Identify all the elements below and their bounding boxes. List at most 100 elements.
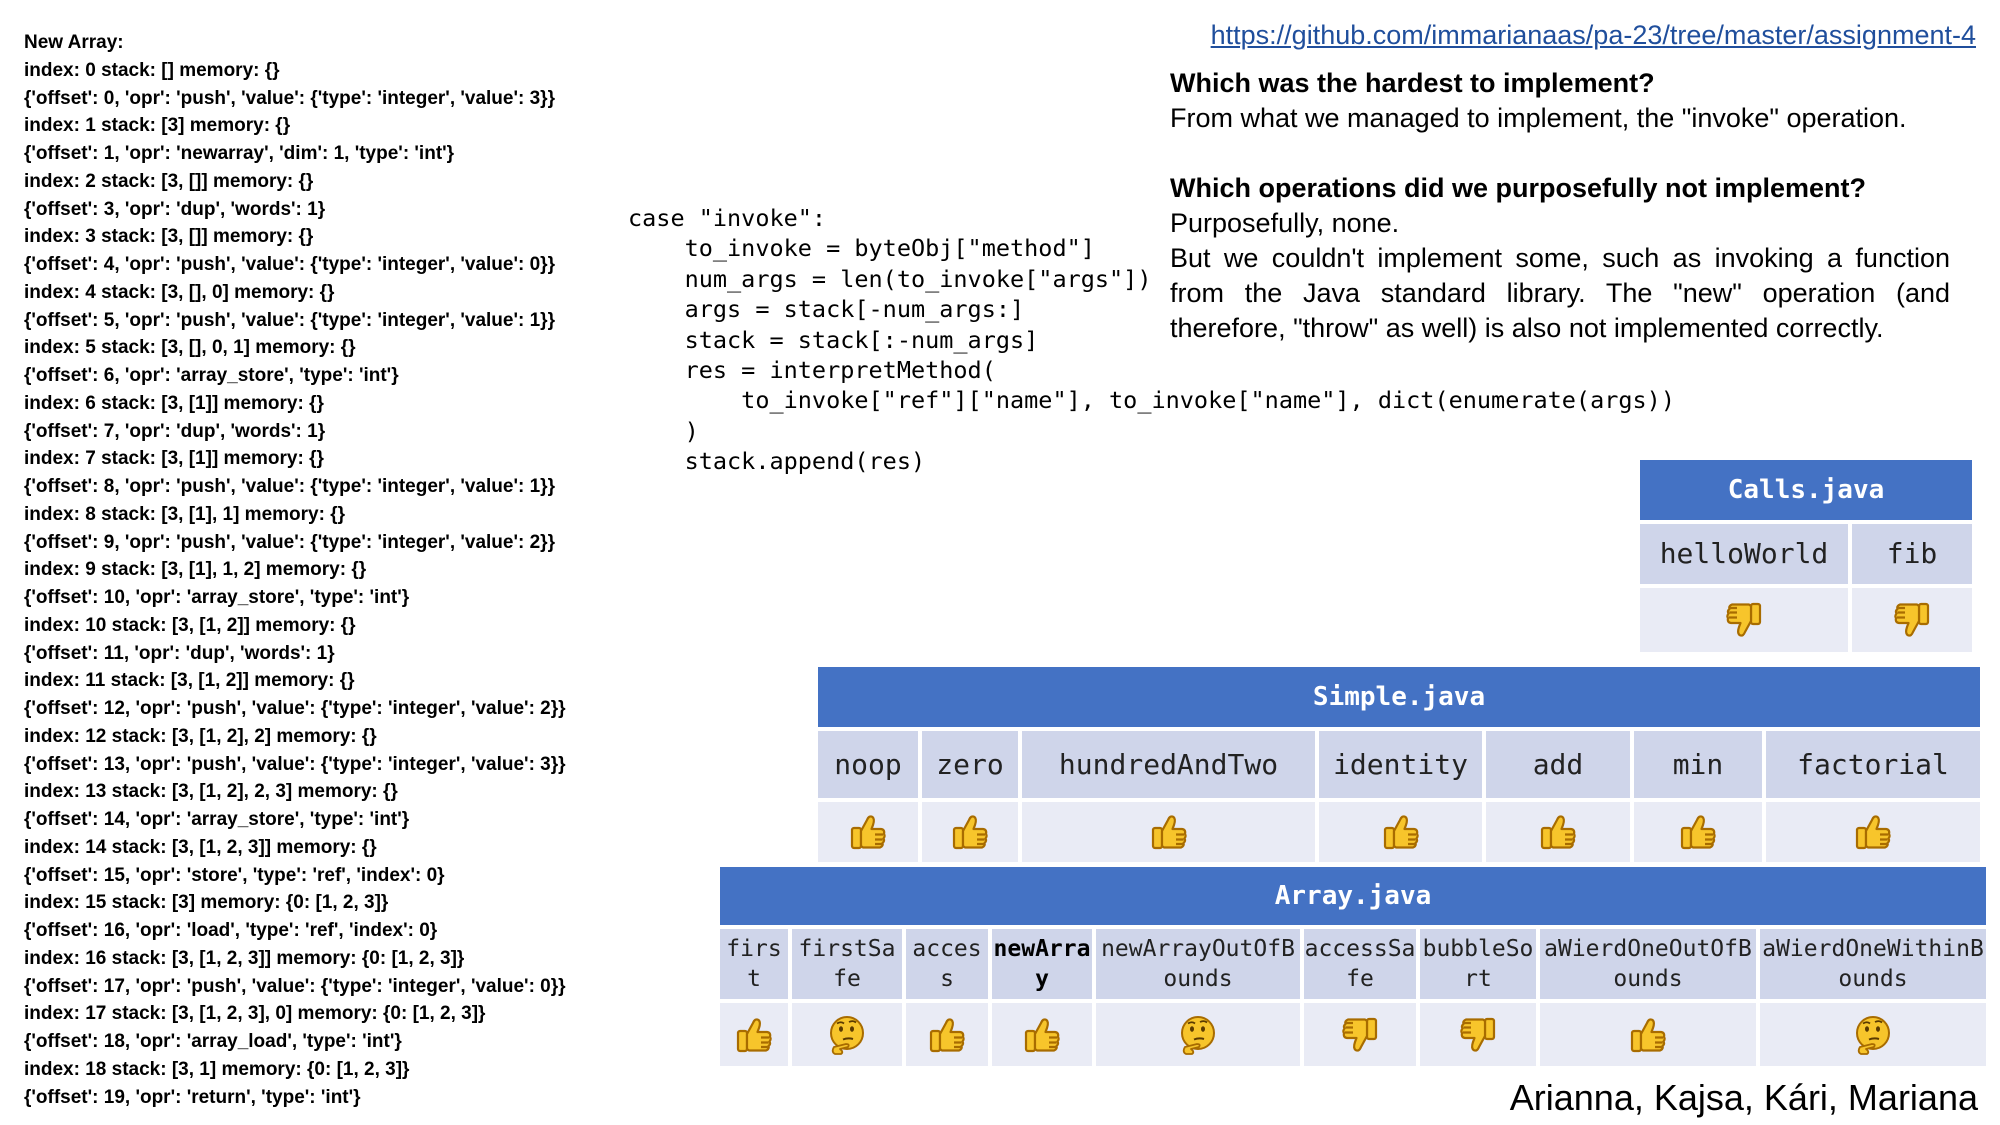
- calls-java-table: Calls.java helloWorld fib: [1640, 460, 1973, 652]
- result-cell: [1022, 798, 1319, 862]
- method-cell: newArray: [992, 925, 1096, 999]
- method-name: noop: [834, 747, 902, 781]
- trace-stack-line: index: 6 stack: [3, [1]] memory: {}: [24, 392, 324, 414]
- array-java-table: Array.java first firstSafe access newArray n…: [720, 867, 1987, 1066]
- method-cell: hundredAndTwo: [1022, 727, 1319, 798]
- trace-opcode-line: {'offset': 4, 'opr': 'push', 'value': {'…: [24, 254, 555, 275]
- trace-opcode-line: {'offset': 3, 'opr': 'dup', 'words': 1}: [24, 198, 326, 220]
- method-name: newArrayOutOfBounds: [1101, 936, 1295, 992]
- table-title: Array.java: [720, 867, 1987, 925]
- trace-stack-line: index: 10 stack: [3, [1, 2]] memory: {}: [24, 614, 356, 636]
- trace-opcode-line: {'offset': 0, 'opr': 'push', 'value': {'…: [24, 87, 555, 109]
- trace-stack-line: index: 7 stack: [3, [1]] memory: {}: [24, 448, 324, 470]
- trace-stack-line: index: 18 stack: [3, 1] memory: {0: [1, …: [24, 1058, 410, 1080]
- method-name: aWierdOneOutOfBounds: [1544, 936, 1752, 992]
- trace-stack-line: index: 5 stack: [3, [], 0, 1] memory: {}: [24, 337, 356, 359]
- thinking-face-icon: [826, 1014, 868, 1056]
- trace-opcode-line: {'offset': 14, 'opr': 'array_store', 'ty…: [24, 809, 410, 830]
- method-cell: noop: [818, 727, 922, 798]
- thumbs-down-icon: [1724, 600, 1764, 640]
- trace-opcode-line: {'offset': 13, 'opr': 'push', 'value': {…: [24, 753, 566, 775]
- method-name: fib: [1886, 537, 1938, 570]
- thumbs-up-icon: [1381, 812, 1421, 852]
- trace-opcode-line: {'offset': 12, 'opr': 'push', 'value': {…: [24, 698, 566, 719]
- result-cell: [906, 999, 992, 1066]
- method-cell: first: [720, 925, 792, 999]
- trace-stack-line: index: 4 stack: [3, [], 0] memory: {}: [24, 281, 335, 303]
- table-title: Simple.java: [818, 667, 1981, 727]
- trace-opcode-line: {'offset': 18, 'opr': 'array_load', 'typ…: [24, 1031, 402, 1052]
- method-cell: helloWorld: [1640, 520, 1852, 584]
- method-name: factorial: [1797, 747, 1949, 781]
- trace-stack-line: index: 13 stack: [3, [1, 2], 2, 3] memor…: [24, 781, 398, 803]
- trace-opcode-line: {'offset': 15, 'opr': 'store', 'type': '…: [24, 864, 445, 886]
- method-name: min: [1672, 747, 1724, 781]
- result-cell: [1540, 999, 1760, 1066]
- method-name: bubbleSort: [1422, 936, 1534, 992]
- trace-opcode-line: {'offset': 16, 'opr': 'load', 'type': 'r…: [24, 920, 438, 941]
- result-cell: [720, 999, 792, 1066]
- method-cell: aWierdOneOutOfBounds: [1540, 925, 1760, 999]
- trace-opcode-line: {'offset': 9, 'opr': 'push', 'value': {'…: [24, 531, 555, 553]
- result-cell: [992, 999, 1096, 1066]
- trace-stack-line: index: 8 stack: [3, [1], 1] memory: {}: [24, 503, 345, 525]
- method-cell: min: [1634, 727, 1766, 798]
- thumbs-up-icon: [1853, 812, 1893, 852]
- result-cell: [1486, 798, 1634, 862]
- thumbs-up-icon: [950, 812, 990, 852]
- thumbs-up-icon: [1678, 812, 1718, 852]
- result-cell: [1319, 798, 1486, 862]
- thumbs-up-icon: [927, 1015, 967, 1055]
- method-cell: aWierdOneWithinBounds: [1760, 925, 1987, 999]
- repository-link[interactable]: https://github.com/immarianaas/pa-23/tre…: [1211, 20, 1976, 51]
- result-cell: [1640, 584, 1852, 652]
- trace-stack-line: index: 15 stack: [3] memory: {0: [1, 2, …: [24, 892, 389, 914]
- result-cell: [792, 999, 906, 1066]
- method-name: hundredAndTwo: [1058, 747, 1279, 781]
- result-cell: [1634, 798, 1766, 862]
- thumbs-down-icon: [1340, 1015, 1380, 1055]
- trace-opcode-line: {'offset': 5, 'opr': 'push', 'value': {'…: [24, 309, 555, 331]
- thinking-face-icon: [1177, 1014, 1219, 1056]
- trace-opcode-line: {'offset': 6, 'opr': 'array_store', 'typ…: [24, 365, 399, 386]
- trace-stack-line: index: 9 stack: [3, [1], 1, 2] memory: {…: [24, 559, 367, 581]
- question-not-implemented: Which operations did we purposefully not…: [1170, 173, 1867, 203]
- thumbs-up-icon: [1149, 812, 1189, 852]
- method-cell: access: [906, 925, 992, 999]
- trace-stack-line: index: 1 stack: [3] memory: {}: [24, 115, 291, 137]
- result-cell: [1766, 798, 1981, 862]
- invoke-code-snippet: case "invoke": to_invoke = byteObj["meth…: [628, 204, 1675, 476]
- method-name: zero: [936, 747, 1004, 781]
- trace-stack-line: index: 11 stack: [3, [1, 2]] memory: {}: [24, 670, 355, 692]
- trace-stack-line: index: 17 stack: [3, [1, 2, 3], 0] memor…: [24, 1003, 486, 1025]
- trace-stack-line: index: 16 stack: [3, [1, 2, 3]] memory: …: [24, 947, 465, 969]
- method-name: helloWorld: [1659, 537, 1829, 570]
- answer-hardest: From what we managed to implement, the "…: [1170, 103, 1907, 133]
- trace-stack-line: index: 3 stack: [3, []] memory: {}: [24, 226, 314, 248]
- result-cell: [1760, 999, 1987, 1066]
- result-cell: [818, 798, 922, 862]
- trace-opcode-line: {'offset': 8, 'opr': 'push', 'value': {'…: [24, 476, 555, 497]
- thumbs-up-icon: [734, 1015, 774, 1055]
- thumbs-down-icon: [1458, 1015, 1498, 1055]
- method-cell: fib: [1852, 520, 1973, 584]
- method-cell: identity: [1319, 727, 1486, 798]
- method-name: aWierdOneWithinBounds: [1762, 936, 1984, 992]
- thumbs-down-icon: [1892, 600, 1932, 640]
- thumbs-up-icon: [1538, 812, 1578, 852]
- result-cell: [1096, 999, 1304, 1066]
- question-hardest: Which was the hardest to implement?: [1170, 68, 1655, 98]
- trace-stack-line: index: 14 stack: [3, [1, 2, 3]] memory: …: [24, 836, 377, 858]
- trace-opcode-line: {'offset': 1, 'opr': 'newarray', 'dim': …: [24, 143, 455, 164]
- method-name: identity: [1333, 747, 1468, 781]
- method-name: firstSafe: [798, 936, 896, 992]
- thumbs-up-icon: [1022, 1015, 1062, 1055]
- method-name: accessSafe: [1304, 936, 1416, 992]
- method-cell: zero: [922, 727, 1022, 798]
- simple-java-table: Simple.java noop zero hundredAndTwo identit…: [818, 667, 1981, 862]
- method-name: access: [912, 936, 982, 992]
- trace-opcode-line: {'offset': 11, 'opr': 'dup', 'words': 1}: [24, 642, 335, 664]
- trace-opcode-line: {'offset': 7, 'opr': 'dup', 'words': 1}: [24, 420, 326, 442]
- trace-stack-line: index: 12 stack: [3, [1, 2], 2] memory: …: [24, 725, 377, 747]
- method-name: newArray: [993, 936, 1091, 992]
